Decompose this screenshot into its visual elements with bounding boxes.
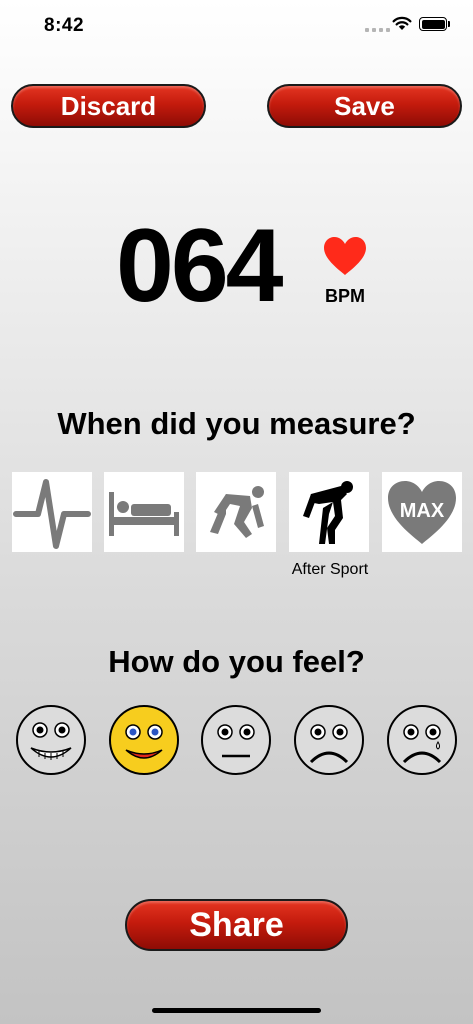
wifi-icon bbox=[392, 16, 412, 30]
bpm-unit-label: BPM bbox=[325, 286, 365, 306]
sad-face-icon[interactable] bbox=[293, 704, 365, 776]
feel-heading: How do you feel? bbox=[108, 644, 365, 679]
sprinter-start-icon bbox=[210, 486, 264, 538]
heart-icon bbox=[324, 237, 366, 275]
option-before-sport[interactable] bbox=[196, 472, 276, 552]
save-button[interactable]: Save bbox=[267, 84, 462, 128]
when-measure-heading: When did you measure? bbox=[57, 406, 416, 441]
discard-button[interactable]: Discard bbox=[11, 84, 206, 128]
cellular-signal-icon bbox=[365, 28, 390, 32]
option-max-heart-rate[interactable]: MAX bbox=[382, 472, 462, 552]
battery-tip bbox=[448, 21, 450, 27]
mood-options bbox=[0, 704, 473, 778]
after-sport-icon bbox=[303, 481, 353, 544]
bed-rest-icon bbox=[109, 492, 179, 536]
neutral-face-icon[interactable] bbox=[200, 704, 272, 776]
max-label: MAX bbox=[400, 500, 445, 522]
max-heart-icon: MAX bbox=[388, 481, 456, 544]
status-bar: 8:42 bbox=[0, 0, 473, 50]
share-button[interactable]: Share bbox=[125, 899, 348, 951]
measurement-context-options: MAX bbox=[12, 472, 462, 552]
bpm-value: 064 bbox=[116, 208, 284, 324]
heartbeat-line-icon bbox=[13, 479, 91, 549]
option-in-bed[interactable] bbox=[104, 472, 184, 552]
smiling-face-icon[interactable] bbox=[108, 704, 180, 776]
option-resting-pulse[interactable] bbox=[12, 472, 92, 552]
status-time: 8:42 bbox=[44, 15, 85, 36]
home-indicator[interactable] bbox=[152, 1008, 321, 1013]
option-after-sport[interactable] bbox=[289, 472, 369, 552]
selected-option-label: After Sport bbox=[291, 561, 369, 578]
crying-face-icon[interactable] bbox=[386, 704, 458, 776]
battery-icon bbox=[419, 17, 447, 31]
grinning-face-icon[interactable] bbox=[15, 704, 87, 776]
